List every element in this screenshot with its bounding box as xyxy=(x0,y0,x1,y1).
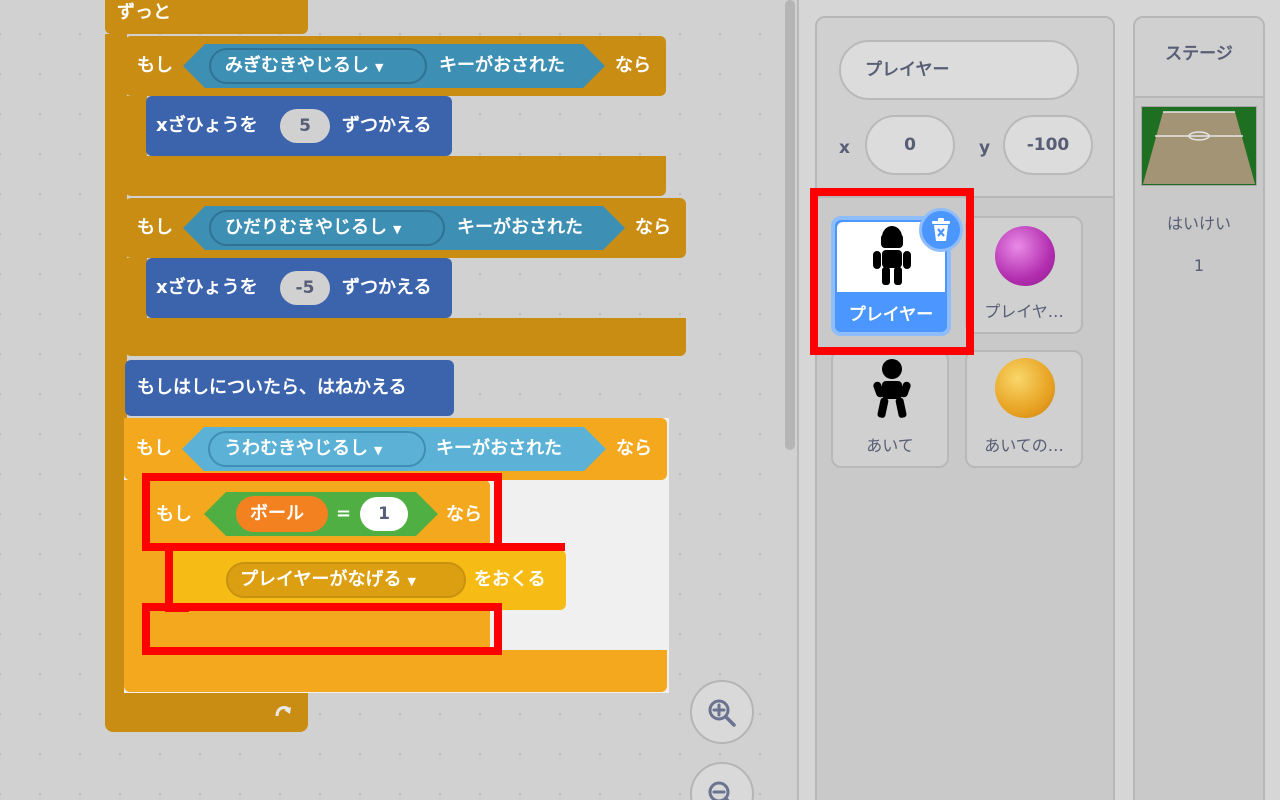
sprite-label: あいての… xyxy=(984,436,1064,455)
broadcast-block[interactable]: プレイヤーがなげる ▼ をおくる xyxy=(170,550,566,610)
sprite-label: プレイヤー xyxy=(848,305,934,325)
backdrop-count: 1 xyxy=(1193,256,1205,275)
key-dropdown[interactable]: ひだりむきやじるし ▼ xyxy=(209,210,445,246)
zoom-in-icon xyxy=(708,699,736,727)
then-label: なら xyxy=(616,438,652,459)
if-label: もし xyxy=(136,438,172,459)
broadcast-message: プレイヤーがなげる xyxy=(240,569,402,590)
equals-operator[interactable]: ボール = 1 xyxy=(204,492,438,536)
broadcast-suffix: をおくる xyxy=(474,569,546,590)
magenta-ball-icon xyxy=(995,226,1055,286)
then-label: なら xyxy=(635,217,671,238)
x-label: x xyxy=(839,138,850,158)
change-x-label: xざひょうを xyxy=(156,277,258,298)
key-pressed-condition[interactable]: みぎむきやじるし ▼ キーがおされた xyxy=(183,44,605,88)
stage-panel[interactable]: ステージ はいけい 1 xyxy=(1133,16,1265,800)
sprite-tile-player-ball[interactable]: プレイヤ… xyxy=(965,216,1083,334)
dropdown-arrow-icon: ▼ xyxy=(393,223,402,236)
backdrop-thumbnail-icon xyxy=(1141,106,1257,186)
if-left-arrow-block[interactable]: もし ひだりむきやじるし ▼ キーがおされた なら xyxy=(125,198,686,258)
key-name: ひだりむきやじるし xyxy=(225,217,387,238)
change-x-block[interactable]: xざひょうを 5 ずつかえる xyxy=(146,96,452,156)
change-x-suffix: ずつかえる xyxy=(342,115,432,136)
player-silhouette-icon xyxy=(873,226,911,285)
change-x-input[interactable]: -5 xyxy=(280,271,330,305)
key-name: みぎむきやじるし xyxy=(225,55,369,76)
change-x-suffix: ずつかえる xyxy=(342,277,432,298)
then-label: なら xyxy=(446,504,482,525)
broadcast-message-dropdown[interactable]: プレイヤーがなげる ▼ xyxy=(226,562,466,598)
dropdown-arrow-icon: ▼ xyxy=(407,575,416,588)
key-dropdown[interactable]: みぎむきやじるし ▼ xyxy=(209,48,427,84)
if-label: もし xyxy=(137,55,173,76)
key-pressed-condition[interactable]: うわむきやじるし ▼ キーがおされた xyxy=(182,427,606,471)
sprite-label: あいて xyxy=(866,436,914,455)
zoom-out-icon xyxy=(708,781,730,800)
if-label: もし xyxy=(137,217,173,238)
if-up-arrow-block[interactable]: もし うわむきやじるし ▼ キーがおされた なら xyxy=(124,418,667,480)
sprite-info-bar: プレイヤー x 0 y -100 xyxy=(817,18,1113,198)
sprite-tile-opponent-ball[interactable]: あいての… xyxy=(965,350,1083,468)
vertical-scrollbar[interactable] xyxy=(785,0,795,450)
if-ball-block[interactable]: もし ボール = 1 なら xyxy=(146,480,490,548)
forever-label: ずっと xyxy=(117,2,171,23)
zoom-in-button[interactable] xyxy=(690,680,754,744)
sprite-pane: プレイヤー x 0 y -100 プレイヤー プレイヤ… あいて あいての… ス… xyxy=(797,0,1280,800)
bounce-on-edge-block[interactable]: もしはしについたら、はねかえる xyxy=(125,360,454,416)
sprite-info-panel: プレイヤー x 0 y -100 プレイヤー プレイヤ… あいて あいての… xyxy=(815,16,1115,800)
sprite-tile-player[interactable]: プレイヤー xyxy=(831,208,963,336)
key-pressed-label: キーがおされた xyxy=(436,438,562,459)
key-dropdown[interactable]: うわむきやじるし ▼ xyxy=(208,431,426,467)
dropdown-arrow-icon: ▼ xyxy=(374,444,383,457)
ball-variable-reporter[interactable]: ボール xyxy=(236,496,328,532)
sprite-name-field[interactable]: プレイヤー xyxy=(839,40,1079,100)
opponent-silhouette-icon xyxy=(873,359,911,418)
variable-name: ボール xyxy=(250,503,304,524)
x-position-field[interactable]: 0 xyxy=(865,115,955,175)
equals-sign: = xyxy=(336,503,352,524)
key-pressed-label: キーがおされた xyxy=(457,217,583,238)
compare-value-input[interactable]: 1 xyxy=(360,497,408,531)
dropdown-arrow-icon: ▼ xyxy=(375,61,384,74)
orange-ball-icon xyxy=(995,358,1055,418)
bounce-label: もしはしについたら、はねかえる xyxy=(137,377,407,398)
y-label: y xyxy=(979,138,991,158)
change-x-input[interactable]: 5 xyxy=(280,109,330,143)
backdrop-label: はいけい xyxy=(1166,214,1231,233)
zoom-out-button[interactable] xyxy=(690,762,754,800)
trash-icon xyxy=(932,218,950,241)
code-area[interactable]: ずっと もし みぎむきやじるし ▼ キーがおされた なら xざひょうを 5 ずつか… xyxy=(0,0,797,800)
key-pressed-condition[interactable]: ひだりむきやじるし ▼ キーがおされた xyxy=(183,206,625,250)
forever-block[interactable]: ずっと xyxy=(105,0,308,34)
stage-title: ステージ xyxy=(1135,18,1263,98)
delete-sprite-button[interactable] xyxy=(919,208,963,252)
key-pressed-label: キーがおされた xyxy=(439,55,565,76)
change-x-label: xざひょうを xyxy=(156,115,258,136)
y-position-field[interactable]: -100 xyxy=(1003,115,1093,175)
change-x-block[interactable]: xざひょうを -5 ずつかえる xyxy=(146,258,452,318)
sprite-label: プレイヤ… xyxy=(984,302,1064,321)
key-name: うわむきやじるし xyxy=(224,438,368,459)
loop-arrow-icon xyxy=(275,706,291,717)
then-label: なら xyxy=(615,55,651,76)
if-label: もし xyxy=(156,504,192,525)
sprite-tile-opponent[interactable]: あいて xyxy=(831,350,949,468)
if-right-arrow-block[interactable]: もし みぎむきやじるし ▼ キーがおされた なら xyxy=(125,36,666,96)
